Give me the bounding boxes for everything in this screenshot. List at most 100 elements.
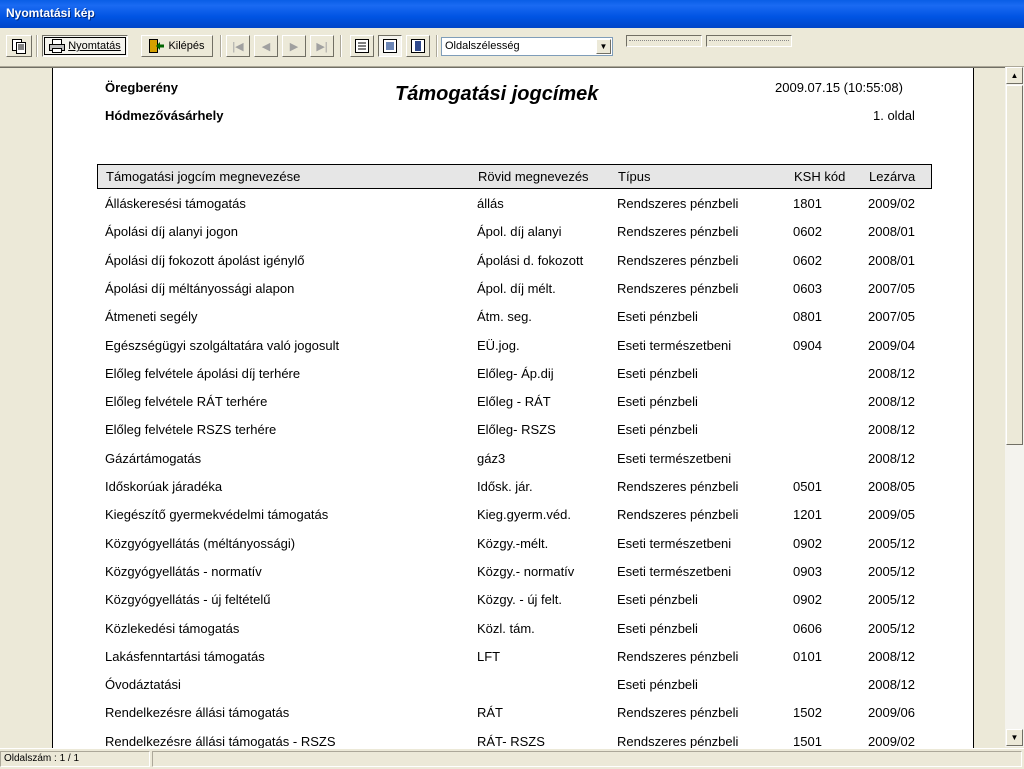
table-cell: EÜ.jog.	[477, 337, 520, 353]
table-row: Közlekedési támogatás Közl. tám. Eseti pén…	[53, 621, 973, 643]
table-cell: Eseti pénzbeli	[617, 365, 698, 381]
table-cell: Rendszeres pénzbeli	[617, 705, 739, 721]
view-mode-button-3[interactable]	[406, 35, 430, 57]
table-cell: Eseti pénzbeli	[617, 422, 698, 438]
table-cell: RÁT	[477, 705, 503, 721]
chevron-up-icon: ▲	[1010, 71, 1019, 80]
print-button[interactable]: Nyomtatás	[42, 35, 128, 57]
vertical-scrollbar[interactable]: ▲ ▼	[1005, 67, 1024, 747]
table-cell: Rendszeres pénzbeli	[617, 224, 739, 240]
table-cell: 2009/02	[868, 196, 915, 211]
table-cell: Eseti természetbeni	[617, 337, 732, 353]
table-row: Ápolási díj alanyi jogon Ápol. díj alanyi…	[53, 224, 973, 246]
exit-button-label: Kilépés	[168, 40, 205, 52]
table-cell: 1501	[793, 733, 822, 748]
table-cell: 2005/12	[868, 592, 915, 608]
table-cell: 2008/12	[868, 450, 915, 466]
first-page-icon: |◀	[232, 40, 244, 53]
table-cell: Rendszeres pénzbeli	[617, 252, 739, 268]
table-cell: Eseti természetbeni	[617, 535, 732, 551]
table-cell: Közgyógyellátás (méltányossági)	[105, 535, 296, 551]
table-cell: 2005/12	[868, 535, 915, 551]
table-cell: Eseti pénzbeli	[617, 620, 698, 636]
table-cell: Közgyógyellátás - normatív	[105, 563, 262, 579]
first-page-button[interactable]: |◀	[226, 35, 250, 57]
table-cell: 0602	[793, 252, 822, 268]
page-number: 1. oldal	[873, 108, 915, 123]
copy-pages-button[interactable]	[6, 35, 32, 57]
scroll-down-button[interactable]: ▼	[1006, 729, 1023, 746]
prev-page-icon: ◀	[261, 40, 271, 53]
status-empty	[152, 751, 1022, 767]
scroll-thumb[interactable]	[1006, 85, 1023, 445]
table-cell: 2008/12	[868, 677, 915, 693]
table-cell: Ápolási d. fokozott	[477, 252, 584, 268]
table-cell: 2009/02	[868, 733, 915, 748]
view-mode-button-2[interactable]	[378, 35, 402, 57]
column-header: Lezárva	[869, 169, 916, 184]
table-cell: Kiegészítő gyermekvédelmi támogatás	[105, 507, 329, 523]
zoom-select-value: Oldalszélesség	[445, 40, 520, 52]
title-bar: Nyomtatási kép	[0, 0, 1024, 28]
table-row: Álláskeresési támogatás állás Rendszeres p…	[53, 196, 973, 218]
table-cell: Előleg felvétele ápolási díj terhére	[105, 365, 301, 381]
table-cell: Rendszeres pénzbeli	[617, 648, 739, 664]
printer-icon	[49, 39, 66, 53]
table-cell: Ápolási díj fokozott ápolást igénylő	[105, 252, 305, 268]
window-title: Nyomtatási kép	[6, 6, 95, 20]
scroll-up-button[interactable]: ▲	[1006, 67, 1023, 84]
table-cell: 1801	[793, 196, 822, 211]
column-header: Támogatási jogcím megnevezése	[106, 169, 301, 184]
table-cell: Rendelkezésre állási támogatás	[105, 705, 290, 721]
chevron-down-icon[interactable]: ▼	[596, 39, 611, 54]
report-title: Támogatási jogcímek	[395, 83, 599, 105]
table-header: Támogatási jogcím megnevezése Rövid megn…	[97, 164, 932, 189]
table-cell: Átmeneti segély	[105, 309, 198, 325]
whole-page-icon	[411, 39, 425, 53]
table-row: Közgyógyellátás - új feltételű Közgy. - ú…	[53, 592, 973, 614]
table-row: Közgyógyellátás - normatív Közgy.- normat…	[53, 564, 973, 586]
table-cell: Gázártámogatás	[105, 450, 202, 466]
table-cell: 0903	[793, 563, 822, 579]
org-line-2: Hódmezővásárhely	[105, 108, 224, 123]
next-page-button[interactable]: ▶	[282, 35, 306, 57]
page-lines-icon	[355, 39, 369, 53]
exit-button[interactable]: Kilépés	[141, 35, 213, 57]
table-cell: gáz3	[477, 450, 506, 466]
last-page-button[interactable]: ▶|	[310, 35, 334, 57]
table-cell: Eseti pénzbeli	[617, 677, 698, 693]
table-cell: 2008/12	[868, 365, 915, 381]
table-cell: 0904	[793, 337, 822, 353]
table-cell: Óvodáztatási	[105, 677, 181, 693]
table-row: Átmeneti segély Átm. seg. Eseti pénzbeli 08…	[53, 309, 973, 331]
table-row: Előleg felvétele RÁT terhére Előleg - RÁT…	[53, 394, 973, 416]
table-cell: Közl. tám.	[477, 620, 535, 636]
status-bar: Oldalszám : 1 / 1	[0, 748, 1024, 769]
table-row: Ápolási díj méltányossági alapon Ápol. dí…	[53, 281, 973, 303]
table-cell: 2008/12	[868, 422, 915, 438]
table-cell: Eseti természetbeni	[617, 563, 732, 579]
prev-page-button[interactable]: ◀	[254, 35, 278, 57]
column-header: KSH kód	[794, 169, 846, 184]
table-cell: Ápol. díj alanyi	[477, 224, 562, 240]
table-cell: Közgy. - új felt.	[477, 592, 563, 608]
table-cell: Időskorúak járadéka	[105, 479, 223, 494]
table-cell: 0902	[793, 535, 822, 551]
table-cell: Eseti pénzbeli	[617, 309, 698, 325]
table-cell: LFT	[477, 648, 501, 664]
zoom-select[interactable]: Oldalszélesség ▼	[441, 37, 613, 56]
table-cell: Közgy.- normatív	[477, 563, 575, 579]
table-row: Egészségügyi szolgáltatára való jogosult…	[53, 338, 973, 360]
table-cell: Ápolási díj alanyi jogon	[105, 224, 238, 240]
report-datetime: 2009.07.15 (10:55:08)	[775, 80, 903, 95]
table-cell: 2007/05	[868, 280, 915, 296]
table-cell: 2008/01	[868, 224, 915, 240]
column-header: Rövid megnevezés	[478, 169, 589, 184]
table-cell: állás	[477, 196, 504, 211]
table-cell: Lakásfenntartási támogatás	[105, 648, 265, 664]
table-cell: 2007/05	[868, 309, 915, 325]
table-cell: 2005/12	[868, 563, 915, 579]
view-mode-button-1[interactable]	[350, 35, 374, 57]
table-cell: 2005/12	[868, 620, 915, 636]
table-cell: 2008/12	[868, 394, 915, 410]
